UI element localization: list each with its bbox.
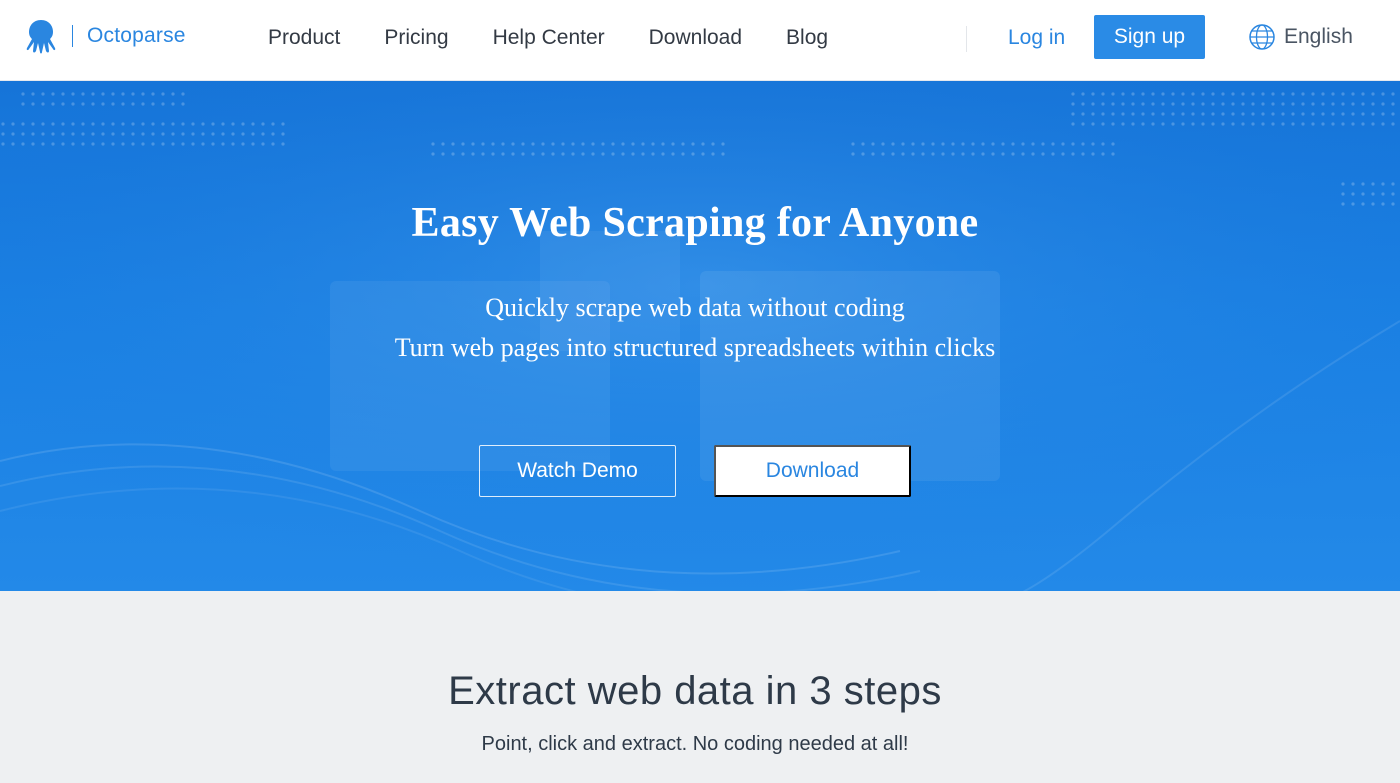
nav-item-help-center[interactable]: Help Center bbox=[493, 24, 605, 52]
nav-item-pricing[interactable]: Pricing bbox=[384, 24, 448, 52]
nav-item-blog[interactable]: Blog bbox=[786, 24, 828, 52]
nav-divider bbox=[966, 26, 967, 52]
signup-button[interactable]: Sign up bbox=[1094, 15, 1205, 59]
logo-divider bbox=[72, 25, 73, 47]
main-nav: Product Pricing Help Center Download Blo… bbox=[268, 24, 872, 52]
hero-subtitle-line1: Quickly scrape web data without coding bbox=[485, 293, 905, 322]
hero-banner: Easy Web Scraping for Anyone Quickly scr… bbox=[0, 81, 1400, 591]
hero-download-button[interactable]: Download bbox=[714, 445, 911, 497]
globe-icon bbox=[1249, 24, 1275, 50]
watch-demo-button[interactable]: Watch Demo bbox=[479, 445, 676, 497]
language-selector[interactable]: English bbox=[1248, 23, 1353, 51]
hero-title: Easy Web Scraping for Anyone bbox=[411, 200, 979, 246]
logo-text: Octoparse bbox=[87, 24, 186, 47]
nav-item-download[interactable]: Download bbox=[649, 24, 742, 52]
login-link[interactable]: Log in bbox=[1008, 24, 1065, 52]
hero-subtitle-line2: Turn web pages into structured spreadshe… bbox=[394, 333, 996, 362]
nav-item-product[interactable]: Product bbox=[268, 24, 340, 52]
steps-title: Extract web data in 3 steps bbox=[448, 669, 942, 713]
steps-section: Extract web data in 3 steps Point, click… bbox=[0, 591, 1400, 783]
language-label: English bbox=[1284, 25, 1353, 48]
octopus-logo-icon bbox=[26, 20, 56, 54]
site-header: Octoparse Product Pricing Help Center Do… bbox=[0, 0, 1400, 81]
steps-subtitle: Point, click and extract. No coding need… bbox=[481, 733, 909, 755]
brand-logo[interactable]: Octoparse bbox=[24, 16, 186, 56]
